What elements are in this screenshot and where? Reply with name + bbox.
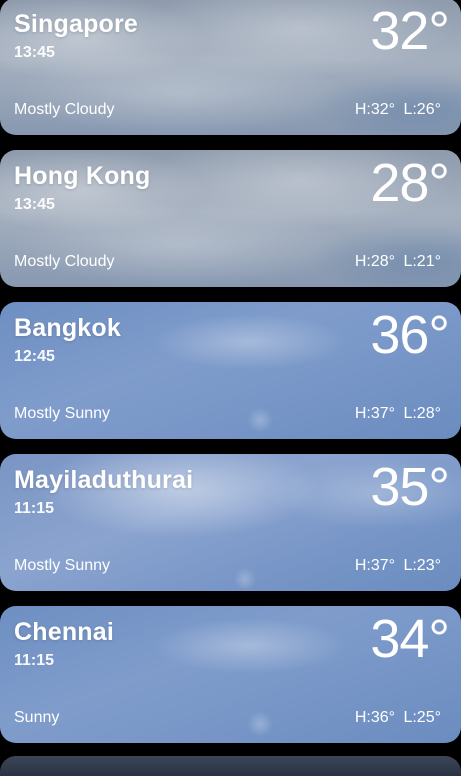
city-name: Singapore [14, 10, 139, 38]
location-card-hong-kong[interactable]: Hong Kong 13:45 28° Mostly Cloudy H:28° … [0, 150, 461, 287]
local-time: 11:15 [14, 652, 55, 669]
weather-location-list: Singapore 13:45 32° Mostly Cloudy H:32° … [0, 0, 461, 776]
location-card-chennai[interactable]: Chennai 11:15 34° Sunny H:36° L:25° [0, 606, 461, 743]
high-low-temperature: H:32° L:26° [354, 101, 441, 118]
weather-condition: Mostly Cloudy [14, 253, 115, 270]
city-name: Bangkok [14, 314, 121, 342]
local-time: 12:45 [14, 348, 55, 365]
current-temperature: 28° [370, 153, 450, 213]
city-name: Mayiladuthurai [14, 466, 194, 494]
location-card-singapore[interactable]: Singapore 13:45 32° Mostly Cloudy H:32° … [0, 0, 461, 135]
location-card-bangkok[interactable]: Bangkok 12:45 36° Mostly Sunny H:37° L:2… [0, 302, 461, 439]
weather-condition: Mostly Cloudy [14, 101, 115, 118]
high-low-temperature: H:36° L:25° [354, 709, 441, 726]
local-time: 13:45 [14, 196, 55, 213]
next-location-card-peek[interactable] [0, 756, 461, 776]
weather-condition: Mostly Sunny [14, 557, 111, 574]
high-low-temperature: H:28° L:21° [354, 253, 441, 270]
high-low-temperature: H:37° L:23° [354, 557, 441, 574]
current-temperature: 35° [370, 457, 450, 517]
local-time: 11:15 [14, 500, 55, 517]
local-time: 13:45 [14, 44, 55, 61]
city-name: Chennai [14, 618, 115, 646]
current-temperature: 32° [370, 1, 450, 61]
city-name: Hong Kong [14, 162, 151, 190]
weather-condition: Mostly Sunny [14, 405, 111, 422]
weather-condition: Sunny [14, 709, 60, 726]
high-low-temperature: H:37° L:28° [354, 405, 441, 422]
current-temperature: 34° [370, 609, 450, 669]
current-temperature: 36° [370, 305, 450, 365]
location-card-mayiladuthurai[interactable]: Mayiladuthurai 11:15 35° Mostly Sunny H:… [0, 454, 461, 591]
